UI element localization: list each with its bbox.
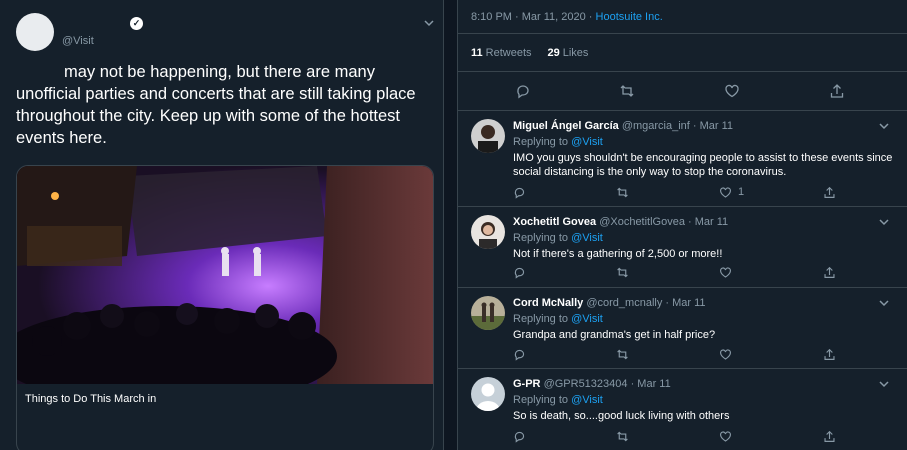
reply-author-handle[interactable]: @XochetitlGovea xyxy=(599,216,685,228)
chevron-down-icon[interactable] xyxy=(877,119,891,133)
reply-icon[interactable] xyxy=(513,264,526,280)
reply-date[interactable]: · Mar 11 xyxy=(665,297,705,309)
reply-icon[interactable] xyxy=(513,428,526,444)
card-image xyxy=(17,166,433,384)
reply-author-handle[interactable]: @GPR51323404 xyxy=(544,378,628,390)
verified-badge-icon: ✓ xyxy=(130,17,143,30)
reply-tweet[interactable]: Cord McNally @cord_mcnally · Mar 11 Repl… xyxy=(458,287,907,368)
share-icon[interactable] xyxy=(823,428,836,444)
reply-date[interactable]: · Mar 11 xyxy=(631,378,671,390)
like-icon[interactable] xyxy=(724,83,740,99)
chevron-down-icon[interactable] xyxy=(422,16,436,30)
like-icon[interactable] xyxy=(719,346,732,362)
author-name-redacted xyxy=(62,19,132,31)
tweet-timestamp[interactable]: 8:10 PM · Mar 11, 2020 · xyxy=(471,11,596,23)
reply-icon[interactable] xyxy=(513,346,526,362)
reply-date[interactable]: · Mar 11 xyxy=(688,216,728,228)
tweet-detail-panel: 8:10 PM · Mar 11, 2020 · Hootsuite Inc. … xyxy=(457,0,907,450)
reply-actions xyxy=(513,264,893,280)
reply-text: So is death, so....good luck living with… xyxy=(513,410,730,422)
reply-text: Grandpa and grandma's get in half price? xyxy=(513,329,716,341)
replying-to-link[interactable]: @Visit xyxy=(571,313,603,325)
divider xyxy=(458,33,907,34)
tweet-panel: ✓ @Visit may not be happening, but there… xyxy=(0,0,444,450)
reply-author-name[interactable]: Miguel Ángel García xyxy=(513,120,619,132)
reply-date[interactable]: · Mar 11 xyxy=(693,120,733,132)
replying-to: Replying to @Visit xyxy=(513,313,603,325)
reply-icon[interactable] xyxy=(513,184,526,200)
tweet-actions xyxy=(458,80,907,102)
reply-actions xyxy=(513,346,893,362)
reply-author-name[interactable]: Xochetitl Govea xyxy=(513,216,596,228)
share-icon[interactable] xyxy=(823,184,836,200)
reply-header: Cord McNally @cord_mcnally · Mar 11 xyxy=(513,297,706,309)
chevron-down-icon[interactable] xyxy=(877,215,891,229)
replying-to: Replying to @Visit xyxy=(513,136,603,148)
card-title: Things to Do This March in xyxy=(25,393,157,405)
retweets-label[interactable]: Retweets xyxy=(486,47,532,59)
author-avatar[interactable] xyxy=(16,13,54,51)
reply-header: Xochetitl Govea @XochetitlGovea · Mar 11 xyxy=(513,216,728,228)
tweet-stats: 11 Retweets 29 Likes xyxy=(471,47,588,59)
reply-author-name[interactable]: G-PR xyxy=(513,378,541,390)
retweet-icon[interactable] xyxy=(616,264,629,280)
likes-count[interactable]: 29 xyxy=(548,47,560,59)
reply-header: Miguel Ángel García @mgarcia_inf · Mar 1… xyxy=(513,120,733,132)
share-icon[interactable] xyxy=(829,83,845,99)
reply-avatar[interactable] xyxy=(471,119,505,153)
replying-to: Replying to @Visit xyxy=(513,232,603,244)
reply-avatar[interactable] xyxy=(471,377,505,411)
like-icon[interactable]: 1 xyxy=(719,184,744,200)
link-card[interactable]: Things to Do This March in xyxy=(16,165,434,450)
replying-to-link[interactable]: @Visit xyxy=(571,394,603,406)
replying-to: Replying to @Visit xyxy=(513,394,603,406)
reply-tweet[interactable]: Miguel Ángel García @mgarcia_inf · Mar 1… xyxy=(458,110,907,206)
share-icon[interactable] xyxy=(823,264,836,280)
divider xyxy=(458,71,907,72)
retweets-count[interactable]: 11 xyxy=(471,47,483,59)
reply-actions: 1 xyxy=(513,184,893,200)
retweet-icon[interactable] xyxy=(619,83,635,99)
retweet-icon[interactable] xyxy=(616,184,629,200)
tweet-source[interactable]: Hootsuite Inc. xyxy=(596,11,663,23)
tweet-text: may not be happening, but there are many… xyxy=(16,63,416,147)
chevron-down-icon[interactable] xyxy=(877,296,891,310)
replying-to-label: Replying to xyxy=(513,394,572,406)
reply-author-handle[interactable]: @cord_mcnally xyxy=(586,297,662,309)
reply-text: IMO you guys shouldn't be encouraging pe… xyxy=(513,152,893,178)
panel-gap xyxy=(444,0,457,450)
like-icon[interactable] xyxy=(719,264,732,280)
tweet-meta: 8:10 PM · Mar 11, 2020 · Hootsuite Inc. xyxy=(471,11,663,23)
retweet-icon[interactable] xyxy=(616,346,629,362)
author-handle[interactable]: @Visit xyxy=(62,35,94,47)
replying-to-label: Replying to xyxy=(513,232,572,244)
like-icon[interactable] xyxy=(719,428,732,444)
reply-header: G-PR @GPR51323404 · Mar 11 xyxy=(513,378,671,390)
reply-author-handle[interactable]: @mgarcia_inf xyxy=(622,120,690,132)
reply-tweet[interactable]: G-PR @GPR51323404 · Mar 11 Replying to @… xyxy=(458,368,907,450)
reply-icon[interactable] xyxy=(515,83,531,99)
replying-to-link[interactable]: @Visit xyxy=(571,232,603,244)
reply-author-name[interactable]: Cord McNally xyxy=(513,297,583,309)
chevron-down-icon[interactable] xyxy=(877,377,891,391)
replying-to-label: Replying to xyxy=(513,313,572,325)
reply-actions xyxy=(513,428,893,444)
share-icon[interactable] xyxy=(823,346,836,362)
reply-tweet[interactable]: Xochetitl Govea @XochetitlGovea · Mar 11… xyxy=(458,206,907,287)
like-count: 1 xyxy=(738,186,745,198)
replying-to-label: Replying to xyxy=(513,136,572,148)
likes-label[interactable]: Likes xyxy=(563,47,589,59)
reply-text: Not if there's a gathering of 2,500 or m… xyxy=(513,248,723,260)
reply-avatar[interactable] xyxy=(471,215,505,249)
reply-avatar[interactable] xyxy=(471,296,505,330)
replying-to-link[interactable]: @Visit xyxy=(571,136,603,148)
retweet-icon[interactable] xyxy=(616,428,629,444)
